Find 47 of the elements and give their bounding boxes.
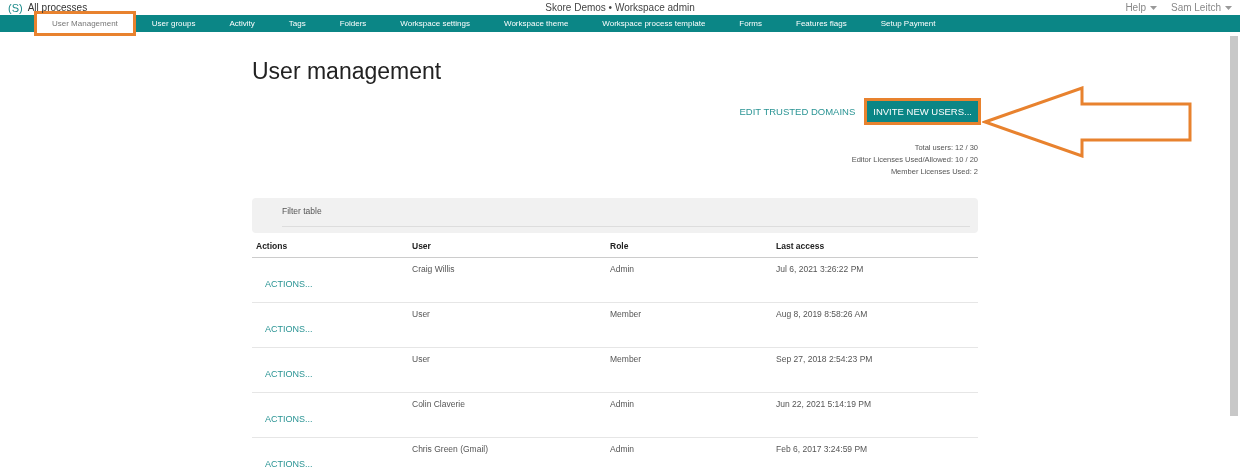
breadcrumb-link[interactable]: All processes [27,2,88,13]
column-header[interactable]: User [408,237,606,258]
caret-icon [1225,5,1232,10]
actions-link[interactable]: ACTIONS... [265,414,313,424]
nav-tab[interactable]: Folders [323,15,383,32]
role-cell: Admin [610,444,635,454]
nav-tab[interactable]: Setup Payment [864,15,952,32]
last-access-cell: Jun 22, 2021 5:14:19 PM [776,399,871,409]
filter-field[interactable]: Filter table [252,198,978,233]
logo[interactable]: (S) [8,1,23,14]
nav-tab[interactable]: User Management [36,13,134,34]
role-cell: Admin [610,264,635,274]
user-cell: Craig Willis [412,264,455,274]
window-title: Skore Demos • Workspace admin [545,2,695,13]
last-access-cell: Aug 8, 2019 8:58:26 AM [776,309,868,319]
nav-tab[interactable]: User groups [135,15,212,32]
nav-tab[interactable]: Forms [723,15,778,32]
edit-trusted-domains-link[interactable]: EDIT TRUSTED DOMAINS [739,105,856,117]
invite-users-button[interactable]: INVITE NEW USERS... [867,100,978,122]
actions-link[interactable]: ACTIONS... [265,369,313,379]
menu-dropdown[interactable]: Sam Leitch [1170,2,1232,13]
page-title: User management [252,58,443,85]
menu-dropdown[interactable]: Help [1125,2,1157,13]
actions-link[interactable]: ACTIONS... [265,279,313,289]
nav-tab[interactable]: Workspace settings [384,15,486,32]
caret-icon [1149,5,1157,10]
nav-tab[interactable]: Tags [272,15,322,32]
column-header[interactable]: Last access [772,237,978,258]
user-cell: User [412,309,430,319]
column-header[interactable]: Role [606,237,772,258]
scrollbar[interactable] [1230,36,1238,416]
nav-tab[interactable]: Features flags [780,15,863,32]
user-cell: User [412,354,430,364]
last-access-cell: Feb 6, 2017 3:24:59 PM [776,444,868,454]
nav-tab[interactable]: Workspace process template [586,15,722,32]
nav-tab[interactable]: Workspace theme [488,15,585,32]
column-header[interactable]: Actions [252,237,408,258]
user-cell: Colin Claverie [412,399,465,409]
last-access-cell: Jul 6, 2021 3:26:22 PM [776,264,864,274]
role-cell: Member [610,354,642,364]
nav-tab[interactable]: Activity [213,15,271,32]
user-cell: Chris Green (Gmail) [412,444,489,454]
role-cell: Admin [610,399,635,409]
actions-link[interactable]: ACTIONS... [265,459,313,469]
role-cell: Member [610,309,642,319]
actions-link[interactable]: ACTIONS... [265,324,313,334]
last-access-cell: Sep 27, 2018 2:54:23 PM [776,354,873,364]
